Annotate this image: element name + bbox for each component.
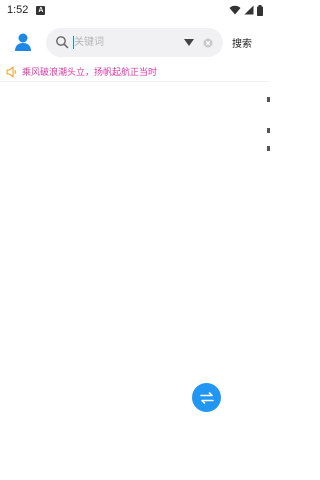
signal-icon xyxy=(244,5,254,15)
app-screen: 1:52 A 关键词 搜索 乘风破浪潮头立，扬帆起航正当时 xyxy=(0,0,270,480)
swap-fab-button[interactable] xyxy=(192,383,221,412)
edge-tick xyxy=(267,146,270,151)
status-icons xyxy=(229,4,263,16)
dropdown-triangle-icon[interactable] xyxy=(184,39,194,46)
search-icon xyxy=(56,36,69,49)
speaker-icon xyxy=(6,65,16,78)
notice-text: 乘风破浪潮头立，扬帆起航正当时 xyxy=(22,68,158,78)
search-button[interactable]: 搜索 xyxy=(232,34,262,51)
edge-tick xyxy=(267,128,270,133)
clear-icon[interactable] xyxy=(203,38,213,48)
text-cursor xyxy=(73,36,74,49)
notification-icon: A xyxy=(36,5,46,15)
status-bar: 1:52 A xyxy=(0,0,270,20)
search-box[interactable] xyxy=(46,28,223,57)
notice-bar: 乘风破浪潮头立，扬帆起航正当时 xyxy=(0,62,270,82)
search-header: 搜索 xyxy=(0,26,270,60)
user-icon[interactable] xyxy=(13,32,33,52)
edge-tick xyxy=(267,97,270,102)
wifi-icon xyxy=(229,5,241,15)
battery-icon xyxy=(257,4,263,16)
status-time: 1:52 xyxy=(7,4,29,16)
swap-arrows-icon xyxy=(199,391,214,404)
search-input[interactable] xyxy=(72,34,182,51)
